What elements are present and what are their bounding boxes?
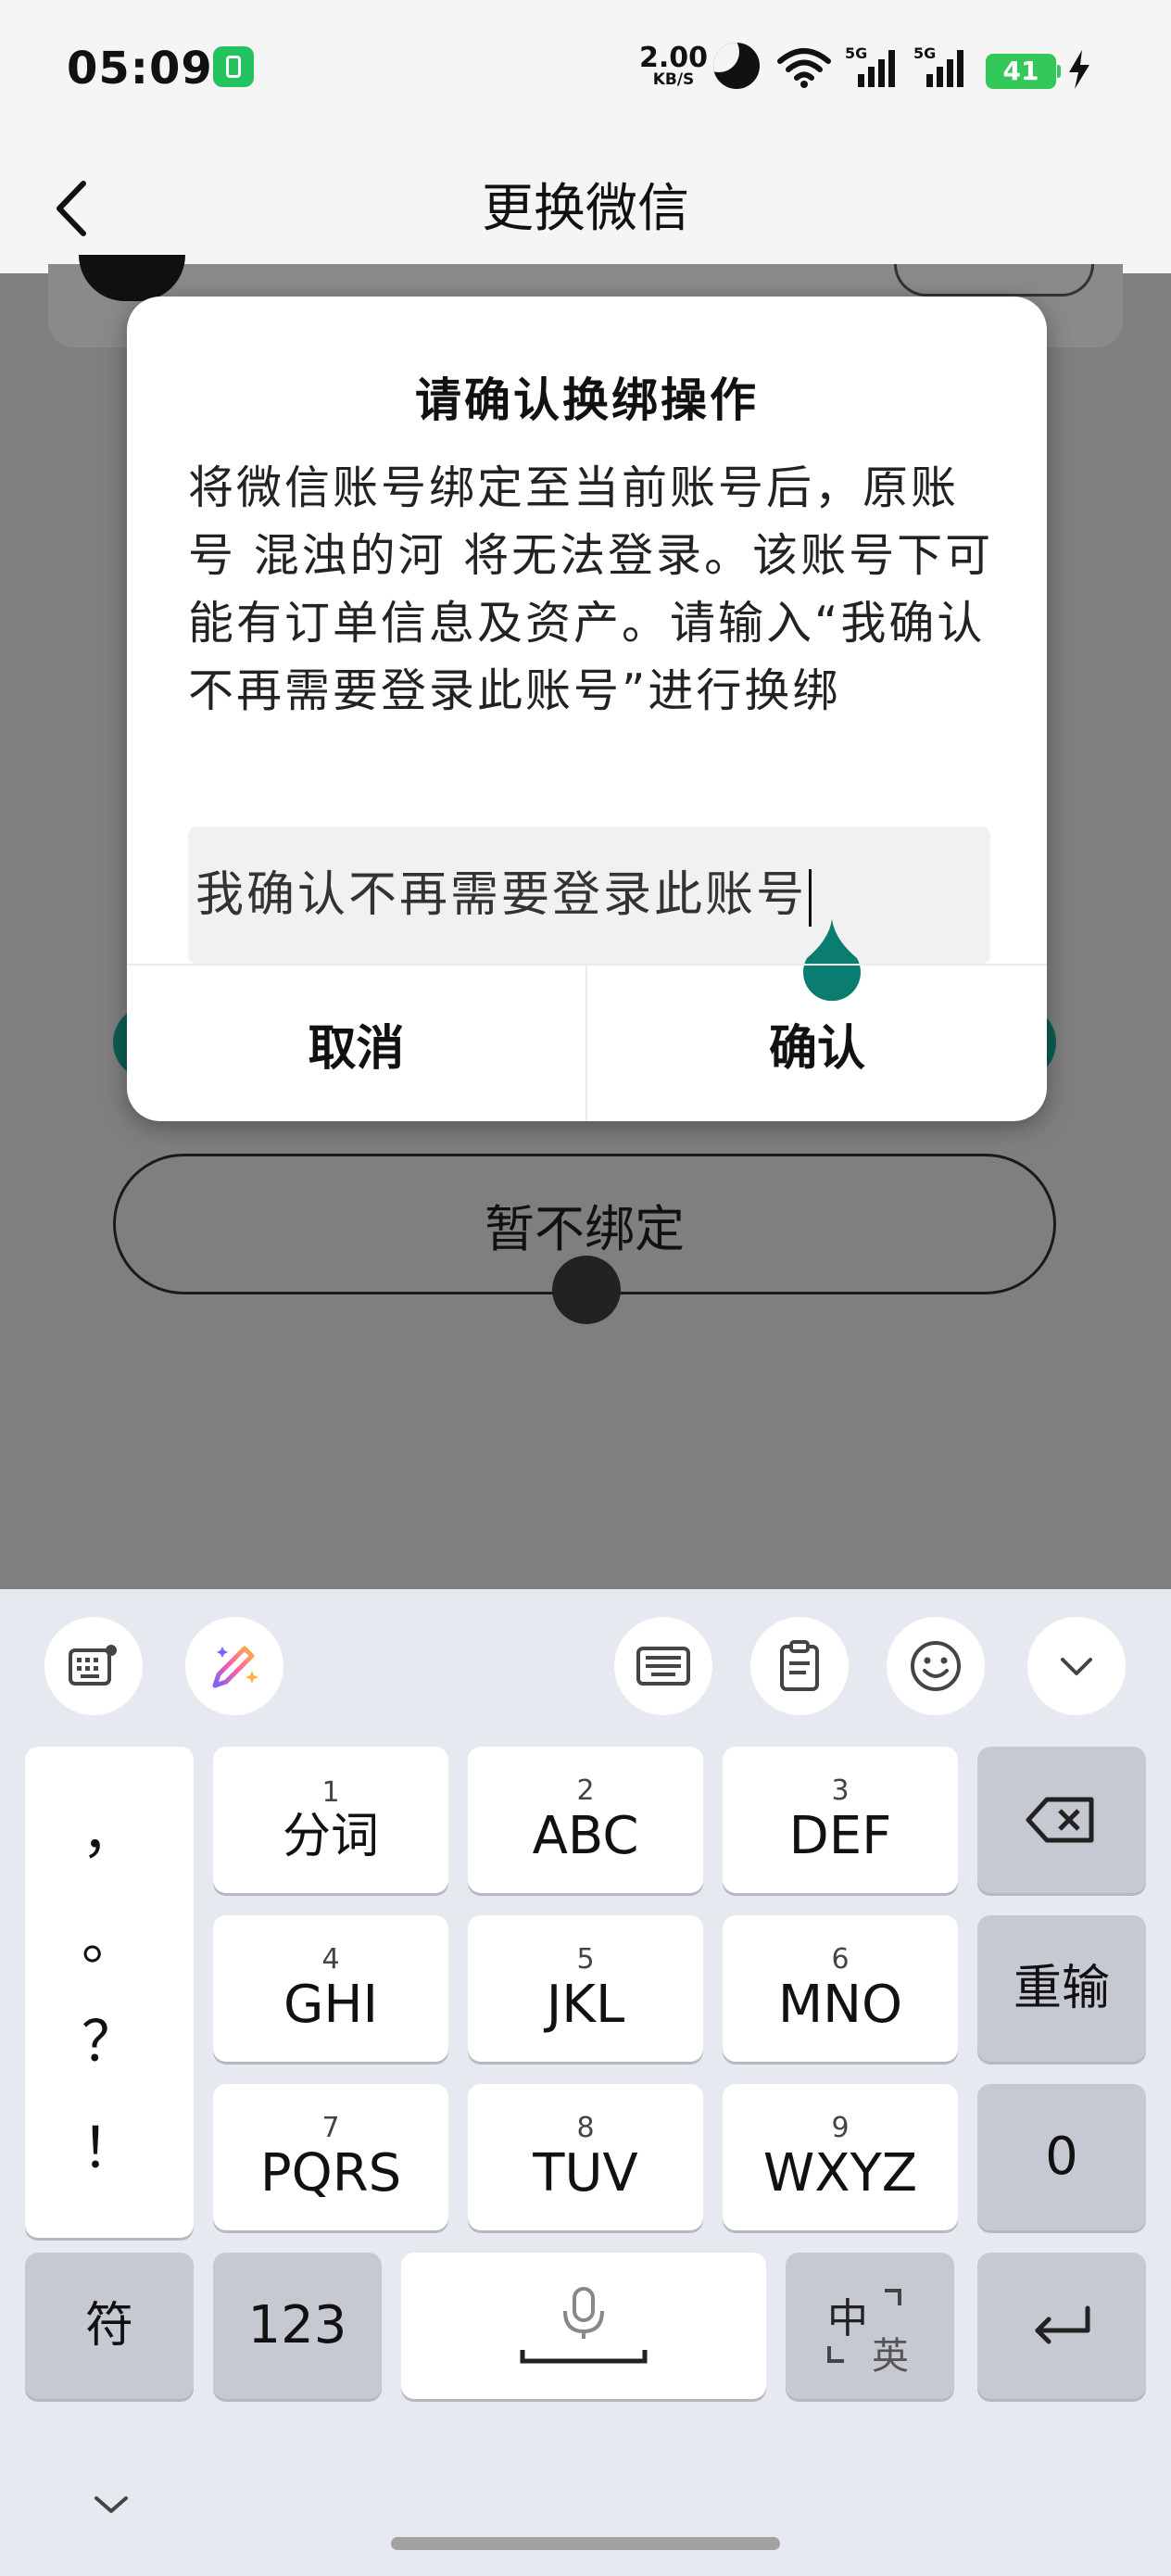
status-bar: 05:09 2.00 KB/S 5G 5G 41	[0, 0, 1171, 139]
signal-label: 5G	[845, 44, 868, 62]
moon-icon	[713, 43, 760, 89]
cancel-button[interactable]: 取消	[127, 966, 586, 1121]
magic-pen-glyph	[212, 1646, 258, 1688]
keyboard-settings-glyph	[69, 1645, 117, 1686]
key-7[interactable]: 7 PQRS	[213, 2084, 448, 2230]
enter-icon	[1035, 2305, 1090, 2344]
key-label: 0	[1045, 2127, 1078, 2187]
confirm-button[interactable]: 确认	[587, 966, 1047, 1121]
symbols-key[interactable]: 符	[25, 2253, 194, 2399]
key-3[interactable]: 3 DEF	[723, 1747, 958, 1893]
key-number: 8	[576, 2112, 595, 2144]
confirm-dialog: 请确认换绑操作 将微信账号绑定至当前账号后，原账号 混浊的河 将无法登录。该账号…	[127, 297, 1047, 1121]
key-label: PQRS	[259, 2143, 402, 2203]
key-label: 符	[84, 2298, 133, 2354]
charging-icon	[1069, 50, 1089, 89]
network-speed: 2.00 KB/S	[639, 44, 708, 88]
signal-icon: 5G	[913, 44, 969, 93]
signal-label: 5G	[913, 44, 937, 62]
chevron-down-icon[interactable]	[1027, 1617, 1126, 1715]
app-icon	[213, 46, 254, 87]
confirm-text-input[interactable]: 我确认不再需要登录此账号	[188, 827, 990, 964]
dialog-message: 将微信账号绑定至当前账号后，原账号 混浊的河 将无法登录。该账号下可能有订单信息…	[188, 461, 994, 717]
key-number: 2	[576, 1774, 595, 1807]
reinput-key[interactable]: 重输	[977, 1915, 1146, 2062]
dialog-title: 请确认换绑操作	[415, 373, 759, 427]
key-9[interactable]: 9 WXYZ	[723, 2084, 958, 2230]
network-speed-value: 2.00	[639, 42, 709, 74]
punct-exclaim[interactable]: ！	[25, 2103, 194, 2184]
key-6[interactable]: 6 MNO	[723, 1915, 958, 2062]
touch-indicator	[552, 1256, 621, 1324]
keyboard-layout-icon[interactable]	[614, 1617, 712, 1715]
magic-pen-icon[interactable]	[185, 1617, 283, 1715]
emoji-icon[interactable]	[887, 1617, 985, 1715]
key-label: 分词	[282, 1809, 379, 1864]
backspace-key[interactable]	[977, 1747, 1146, 1893]
key-label: 重输	[1013, 1961, 1110, 2016]
clipboard-glyph	[780, 1640, 819, 1691]
keyboard-settings-icon[interactable]	[44, 1617, 143, 1715]
signal-icon: 5G	[845, 44, 900, 93]
key-number: 6	[831, 1943, 850, 1976]
language-switch-glyph: 中 英	[814, 2279, 925, 2378]
space-key[interactable]	[401, 2253, 766, 2399]
key-number: 9	[831, 2112, 850, 2144]
punct-period[interactable]: 。	[25, 1895, 194, 1976]
key-label: DEF	[788, 1806, 892, 1866]
key-label: 123	[247, 2295, 347, 2355]
key-number: 4	[321, 1943, 340, 1976]
keyboard: ， 。 ？ ！ 1 分词 2 ABC 3 DEF 4 GHI 5 JKL 6 M…	[0, 1589, 1171, 2576]
key-0[interactable]: 0	[977, 2084, 1146, 2230]
key-number: 3	[831, 1774, 850, 1807]
keyboard-hide-icon[interactable]	[91, 2491, 132, 2519]
key-label: JKL	[546, 1975, 625, 2035]
numbers-key[interactable]: 123	[213, 2253, 382, 2399]
microphone-icon	[520, 2287, 648, 2364]
clipboard-icon[interactable]	[750, 1617, 849, 1715]
key-number: 5	[576, 1943, 595, 1976]
key-1[interactable]: 1 分词	[213, 1747, 448, 1893]
key-8[interactable]: 8 TUV	[468, 2084, 703, 2230]
key-number: 1	[321, 1776, 340, 1809]
card-button	[894, 264, 1094, 297]
key-label: WXYZ	[762, 2143, 918, 2203]
key-label: ABC	[532, 1806, 639, 1866]
backspace-icon	[1026, 1797, 1094, 1843]
emoji-glyph	[911, 1641, 961, 1691]
wifi-icon	[777, 48, 831, 88]
battery-icon: 41	[986, 54, 1061, 89]
language-switch-key[interactable]: 中 英	[786, 2253, 954, 2399]
key-label: GHI	[283, 1975, 379, 2035]
input-value: 我确认不再需要登录此账号	[195, 867, 808, 923]
key-number: 7	[321, 2112, 340, 2144]
key-5[interactable]: 5 JKL	[468, 1915, 703, 2062]
page-title: 更换微信	[482, 179, 689, 239]
key-label: MNO	[777, 1975, 903, 2035]
key-2[interactable]: 2 ABC	[468, 1747, 703, 1893]
punct-comma[interactable]: ，	[25, 1788, 194, 1869]
chevron-down-glyph	[1061, 1658, 1092, 1675]
key-4[interactable]: 4 GHI	[213, 1915, 448, 2062]
key-label: TUV	[533, 2143, 638, 2203]
status-time: 05:09	[67, 43, 213, 95]
home-indicator[interactable]	[391, 2537, 780, 2550]
page-header: 更换微信	[0, 139, 1171, 273]
corner-brackets-icon	[827, 2289, 901, 2363]
punctuation-column[interactable]: ， 。 ？ ！	[25, 1747, 194, 2238]
keyboard-layout-glyph	[636, 1647, 690, 1686]
enter-key[interactable]	[977, 2253, 1146, 2399]
network-speed-unit: KB/S	[652, 70, 695, 89]
punct-question[interactable]: ？	[25, 1997, 194, 2077]
